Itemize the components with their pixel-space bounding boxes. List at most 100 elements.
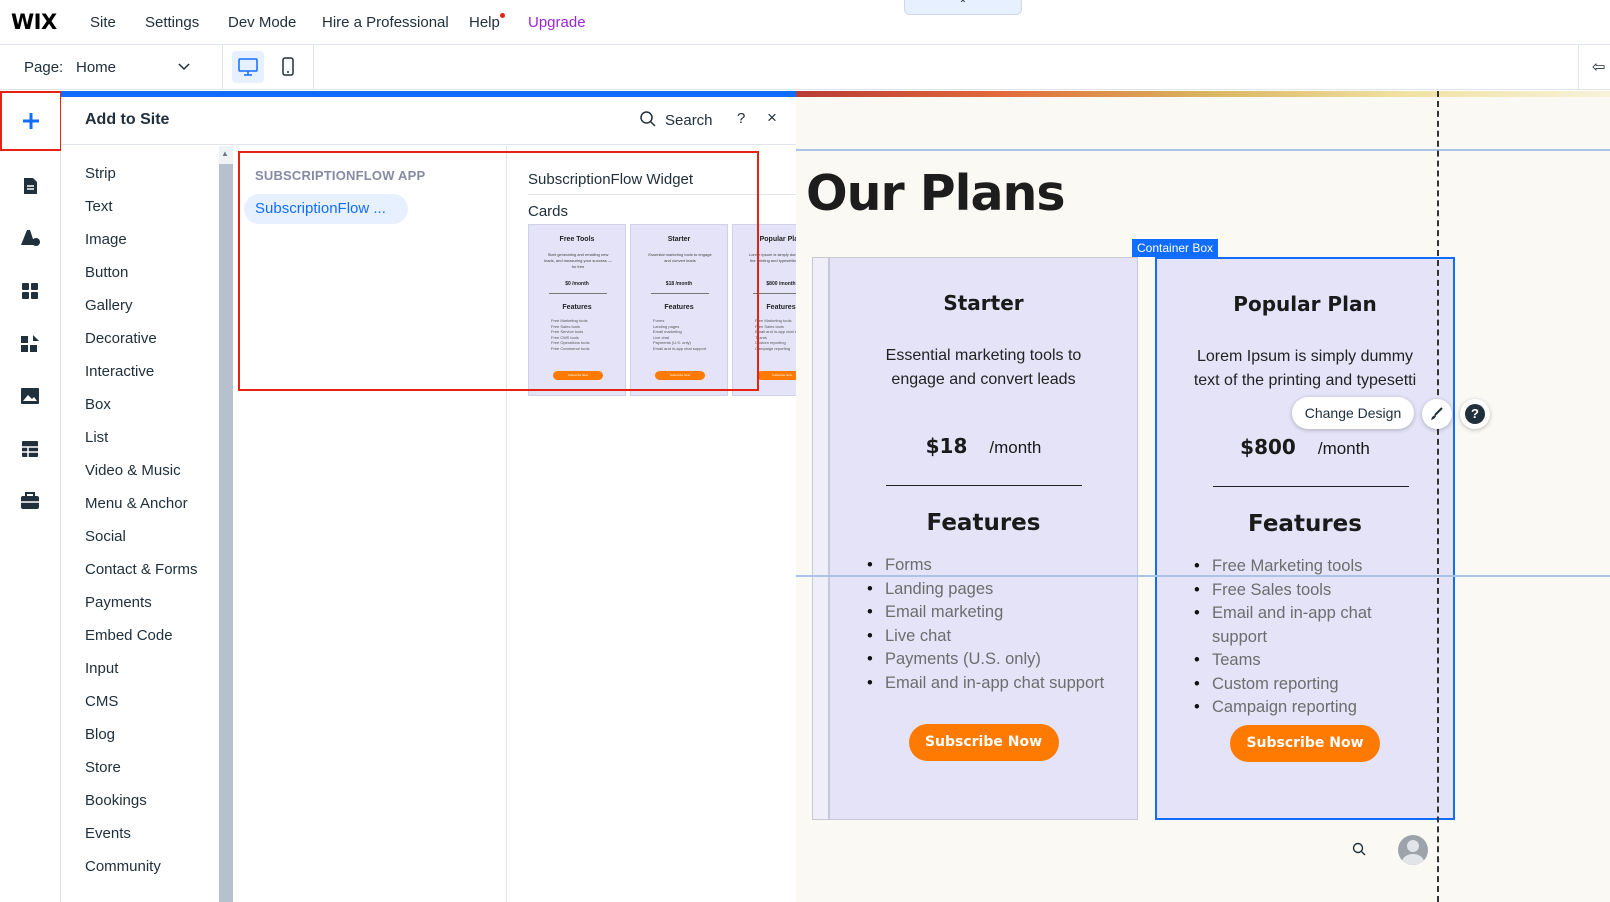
panel-search-button[interactable]: Search xyxy=(665,112,713,129)
subscribe-button[interactable]: Subscribe Now xyxy=(1230,725,1380,762)
change-design-button[interactable]: Change Design xyxy=(1292,397,1414,429)
menu-help[interactable]: Help xyxy=(469,14,500,31)
business-button[interactable] xyxy=(17,488,43,514)
category-item[interactable]: Blog xyxy=(85,726,115,743)
category-item[interactable]: Gallery xyxy=(85,297,133,314)
plans-heading[interactable]: Our Plans xyxy=(806,165,1066,222)
category-item[interactable]: Payments xyxy=(85,594,152,611)
feature-item: Email and in-app chat support xyxy=(1194,602,1422,649)
feature-item: Payments (U.S. only) xyxy=(867,648,1104,672)
scroll-up-arrow-icon[interactable]: ▲ xyxy=(221,149,229,158)
chevron-down-icon[interactable] xyxy=(178,59,190,74)
collapse-topbar-button[interactable]: ⌃ xyxy=(904,0,1022,15)
panel-help-button[interactable]: ? xyxy=(737,110,745,127)
menu-dev-mode[interactable]: Dev Mode xyxy=(228,14,296,31)
editor-canvas[interactable]: Our Plans Starter Essential marketing to… xyxy=(796,91,1610,902)
design-brush-button[interactable] xyxy=(1422,399,1452,429)
category-scroll-thumb[interactable] xyxy=(219,164,233,902)
close-icon[interactable]: × xyxy=(767,108,777,128)
category-item[interactable]: Text xyxy=(85,198,113,215)
gridline-dashed xyxy=(1437,91,1439,902)
help-button[interactable]: ? xyxy=(1460,399,1490,429)
search-icon[interactable] xyxy=(639,110,657,128)
category-item[interactable]: CMS xyxy=(85,693,118,710)
price-period: /month xyxy=(1317,439,1370,458)
price-period: /month xyxy=(989,438,1042,457)
app-market-icon xyxy=(21,335,39,352)
guide-line xyxy=(796,149,1610,151)
subscribe-button[interactable]: Subscribe Now xyxy=(908,724,1059,761)
highlight-frame xyxy=(238,151,759,391)
theme-button[interactable] xyxy=(17,225,43,251)
plan-title: Popular Plan xyxy=(1233,292,1377,316)
category-item[interactable]: Community xyxy=(85,858,161,875)
category-item[interactable]: Box xyxy=(85,396,111,413)
header-image-strip xyxy=(796,91,1610,97)
menu-hire-professional[interactable]: Hire a Professional xyxy=(322,14,449,31)
price-value: $18 xyxy=(925,434,968,458)
cms-button[interactable] xyxy=(17,436,43,462)
category-item[interactable]: Store xyxy=(85,759,121,776)
category-item[interactable]: Input xyxy=(85,660,118,677)
category-item[interactable]: Button xyxy=(85,264,128,281)
chevron-up-icon: ⌃ xyxy=(958,0,968,10)
category-item[interactable]: Events xyxy=(85,825,131,842)
page-select[interactable]: Home xyxy=(76,59,116,76)
feature-item: Email marketing xyxy=(867,601,1104,625)
menu-settings[interactable]: Settings xyxy=(145,14,199,31)
pages-button[interactable] xyxy=(17,173,43,199)
question-icon: ? xyxy=(1465,404,1485,424)
apps-button[interactable] xyxy=(17,278,43,304)
page-label: Page: xyxy=(24,59,64,76)
category-item[interactable]: Strip xyxy=(85,165,116,182)
category-item[interactable]: Video & Music xyxy=(85,462,181,479)
feature-item: Custom reporting xyxy=(1194,673,1422,697)
media-button[interactable] xyxy=(17,383,43,409)
app-market-button[interactable] xyxy=(17,331,43,357)
mobile-icon xyxy=(282,57,294,76)
category-item[interactable]: List xyxy=(85,429,108,446)
container-box-tag: Container Box xyxy=(1132,239,1219,257)
top-bar: WIX Site Settings Dev Mode Hire a Profes… xyxy=(0,0,1610,45)
category-item[interactable]: Embed Code xyxy=(85,627,173,644)
menu-site[interactable]: Site xyxy=(90,14,116,31)
feature-item: Landing pages xyxy=(867,578,1104,602)
category-item[interactable]: Decorative xyxy=(85,330,157,347)
wix-logo[interactable]: WIX xyxy=(11,10,57,34)
menu-upgrade[interactable]: Upgrade xyxy=(528,14,586,31)
desktop-icon xyxy=(238,58,258,76)
features-title: Features xyxy=(1248,511,1362,537)
divider xyxy=(313,45,314,90)
panel-header: Add to Site Search ? × xyxy=(61,97,796,145)
feature-item: Live chat xyxy=(867,625,1104,649)
add-elements-button[interactable] xyxy=(0,91,62,151)
category-item[interactable]: Image xyxy=(85,231,127,248)
page-bar: Page: Home ⇦ xyxy=(0,45,1610,90)
category-item[interactable]: Interactive xyxy=(85,363,154,380)
help-notification-dot xyxy=(500,13,505,18)
plus-icon xyxy=(23,113,39,129)
plan-price: $800/month xyxy=(1157,435,1453,459)
avatar[interactable] xyxy=(1398,835,1428,865)
category-item[interactable]: Menu & Anchor xyxy=(85,495,188,512)
divider xyxy=(1578,45,1579,90)
feature-item: Email and in-app chat support xyxy=(867,672,1104,696)
panel-title: Add to Site xyxy=(85,111,170,128)
card-free-edge[interactable] xyxy=(812,257,829,820)
plan-description: Lorem Ipsum is simply dummy text of the … xyxy=(1193,348,1417,389)
undo-icon[interactable]: ⇦ xyxy=(1592,57,1605,77)
plan-card-popular[interactable]: Popular Plan Lorem Ipsum is simply dummy… xyxy=(1155,257,1455,820)
plan-card-starter[interactable]: Starter Essential marketing tools to eng… xyxy=(829,257,1138,820)
divider xyxy=(886,485,1082,486)
category-item[interactable]: Bookings xyxy=(85,792,147,809)
divider xyxy=(1213,486,1409,487)
feature-item: Campaign reporting xyxy=(1194,696,1422,720)
desktop-view-button[interactable] xyxy=(232,51,264,83)
feature-item: Forms xyxy=(867,554,1104,578)
features-list: Free Marketing toolsFree Sales toolsEmai… xyxy=(1194,555,1422,720)
search-icon[interactable] xyxy=(1352,842,1366,856)
mobile-view-button[interactable] xyxy=(276,51,300,83)
category-item[interactable]: Contact & Forms xyxy=(85,561,198,578)
price-value: $800 xyxy=(1240,435,1296,459)
category-item[interactable]: Social xyxy=(85,528,126,545)
